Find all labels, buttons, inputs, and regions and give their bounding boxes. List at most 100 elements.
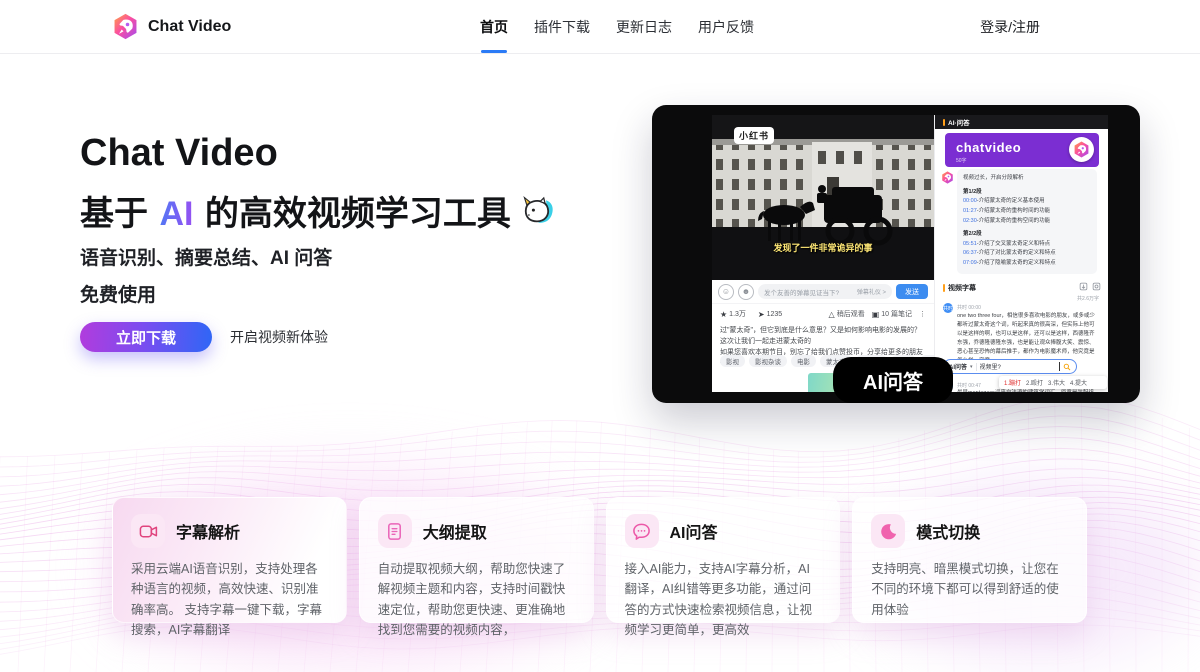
card-title: 大纲提取 xyxy=(423,519,487,543)
outline-section-title: 第1/2段 xyxy=(963,188,1091,198)
outline-intro: 视频过长，开启分段解析 xyxy=(963,174,1091,184)
headline-prefix: 基于 AI 的高效视频学习工具 xyxy=(80,186,511,235)
subtitles-header: 视频字幕 xyxy=(943,283,976,293)
ai-outline-message: 视频过长，开启分段解析 第1/2段 00:00-介绍蒙太奇的定义基本使用 01:… xyxy=(957,169,1097,274)
card-header: 大纲提取 xyxy=(378,514,575,548)
orange-bar-icon xyxy=(943,119,945,126)
nav-item-label: 首页 xyxy=(480,17,508,37)
subtitles-word-count: 共2.6万字 xyxy=(1077,295,1099,302)
login-register-link[interactable]: 登录/注册 xyxy=(980,0,1040,53)
chatvideo-banner: chatvideo 50字 xyxy=(945,133,1099,167)
likes-count: 1.3万 xyxy=(729,309,746,319)
cta-row: 立即下载 开启视频新体验 xyxy=(80,322,328,352)
outline-item: 07:09-介绍了隐喻蒙太奇的定义和特点 xyxy=(963,259,1091,269)
hero-headline: 基于 AI 的高效视频学习工具 xyxy=(80,186,555,235)
subtitle-entry-text: one two three four，相信很多喜欢电影的朋友，或多或少都听过蒙太… xyxy=(957,312,1099,365)
headline-ai-accent: AI xyxy=(157,195,195,233)
emoji-icon: ☺ xyxy=(718,284,734,300)
card-title: 模式切换 xyxy=(916,519,980,543)
headline-text: 的高效视频学习工具 xyxy=(195,195,510,233)
subtitle-entry-label: 共时 00:00 xyxy=(957,304,981,311)
panel-title: AI·问答 xyxy=(948,117,970,127)
notes-count: 10 篇笔记 xyxy=(881,309,912,319)
hero-title: Chat Video xyxy=(80,132,278,175)
description-line: 过"蒙太奇"，但它到底是什么意思？又是如何影响电影的发展的？这次让我们一起走进蒙… xyxy=(720,326,926,348)
outline-item-text: -介绍了对比蒙太奇的定义和特点 xyxy=(977,250,1056,256)
outline-item-text: -介绍蒙太奇的重构时间的功能 xyxy=(977,208,1050,214)
nav-item-label: 用户反馈 xyxy=(698,17,754,37)
subtitle-entry-text: 最早montage一词来自法语的建筑学词汇，原意是装配组合 xyxy=(957,389,1099,392)
timestamp-link: 02:30 xyxy=(963,218,977,224)
top-navigation-bar: Chat Video 首页 插件下载 更新日志 用户反馈 登录/注册 xyxy=(0,0,1200,54)
chat-bubble-icon xyxy=(632,522,651,541)
more-icon: ⋮ xyxy=(919,310,926,318)
feature-card-mode-switch: 模式切换 支持明亮、暗黑模式切换，让您在不同的环境下都可以得到舒适的使用体验 xyxy=(852,497,1087,623)
sticker-icon: ☻ xyxy=(738,284,754,300)
feature-card-subtitle-parsing: 字幕解析 采用云端AI语音识别，支持处理各种语言的视频，高效快速、识别准确率高。… xyxy=(112,497,347,623)
ai-qa-input: AI问答 ▾ 视频里? xyxy=(943,359,1077,374)
video-subtitle-text: 发现了一件非常诡异的事 xyxy=(712,241,934,254)
outline-item-text: -介绍蒙太奇的重构空间的功能 xyxy=(977,218,1050,224)
star-icon: ★ xyxy=(720,310,727,319)
note-icon: ▣ xyxy=(872,310,880,319)
comment-bar: ☺ ☻ 发个友善的弹幕见证当下? 弹幕礼仪 > 发送 xyxy=(712,280,934,304)
icon-tile xyxy=(131,514,165,548)
nav-item-feedback[interactable]: 用户反馈 xyxy=(698,0,754,53)
chatvideo-extension-panel: AI·问答 chatvideo 50字 视频过长，开启分段解析 第1/2段 00… xyxy=(934,115,1108,392)
ai-qa-feature-badge: AI问答 xyxy=(833,357,953,403)
tag-pill: 影视 xyxy=(720,355,745,367)
outline-item-text: -介绍了交叉蒙太奇定义和特点 xyxy=(977,241,1050,247)
orange-bar-icon xyxy=(943,284,945,292)
nav-item-home[interactable]: 首页 xyxy=(480,0,508,53)
likes-stat: ★1.3万 xyxy=(720,309,746,319)
tag-pill: 影视杂谈 xyxy=(749,355,787,367)
landing-page: Chat Video 首页 插件下载 更新日志 用户反馈 登录/注册 Chat … xyxy=(0,0,1200,672)
hero-subline-free: 免费使用 xyxy=(80,280,156,307)
ime-candidate: 4.提大 xyxy=(1070,378,1087,387)
subtitles-toolbar xyxy=(1079,282,1101,291)
outline-item: 00:00-介绍蒙太奇的定义基本使用 xyxy=(963,197,1091,207)
hero-subline-features: 语音识别、摘要总结、AI 问答 xyxy=(80,243,332,270)
camera-icon xyxy=(139,522,158,541)
subtitle-entry-label: 共时 00:47 xyxy=(957,382,981,389)
nav-item-label: 更新日志 xyxy=(616,17,672,37)
download-icon xyxy=(1079,282,1088,291)
outline-item: 05:51-介绍了交叉蒙太奇定义和特点 xyxy=(963,240,1091,250)
download-now-button[interactable]: 立即下载 xyxy=(80,322,212,352)
card-header: 模式切换 xyxy=(871,514,1068,548)
card-title: AI问答 xyxy=(670,519,718,543)
banner-subtext: 50字 xyxy=(956,157,967,164)
timestamp-link: 01:27 xyxy=(963,208,977,214)
card-description: 支持明亮、暗黑模式切换，让您在不同的环境下都可以得到舒适的使用体验 xyxy=(871,559,1068,620)
ime-candidate: 2.殴打 xyxy=(1026,378,1043,387)
icon-tile xyxy=(625,514,659,548)
cta-note: 开启视频新体验 xyxy=(230,327,328,347)
video-player: 小红书 发现了一件非常诡异的事 xyxy=(712,115,934,280)
main-nav: 首页 插件下载 更新日志 用户反馈 xyxy=(480,0,754,53)
qa-input-value: 视频里? xyxy=(980,362,1060,371)
copy-icon xyxy=(1092,282,1101,291)
nav-item-plugin-download[interactable]: 插件下载 xyxy=(534,0,590,53)
caret-down-icon: ▾ xyxy=(970,364,973,370)
app-screenshot: 小红书 发现了一件非常诡异的事 ☺ ☻ 发个友善的弹幕见证当下? 弹幕礼仪 > … xyxy=(712,115,1108,392)
shares-stat: ➤1235 xyxy=(758,310,782,319)
ime-candidate-bar: 1.蹦打 2.殴打 3.伟大 4.提大 xyxy=(999,376,1107,389)
search-icon xyxy=(1063,363,1071,371)
ime-candidate: 1.蹦打 xyxy=(1004,378,1021,387)
nav-item-changelog[interactable]: 更新日志 xyxy=(616,0,672,53)
speaker-name: 共时 xyxy=(957,305,967,311)
card-header: AI问答 xyxy=(625,514,822,548)
outline-item: 06:37-介绍了对比蒙太奇的定义和特点 xyxy=(963,249,1091,259)
timestamp-link: 07:09 xyxy=(963,260,977,266)
divider xyxy=(976,363,977,371)
panel-header: AI·问答 xyxy=(935,115,1108,129)
card-description: 接入AI能力，支持AI字幕分析，AI翻译，AI纠错等更多功能，通过问答的方式快速… xyxy=(625,559,822,640)
card-description: 采用云端AI语音识别，支持处理各种语言的视频，高效快速、识别准确率高。 支持字幕… xyxy=(131,559,328,640)
timestamp-link: 00:00 xyxy=(963,198,977,204)
outline-section-title: 第2/2段 xyxy=(963,230,1091,240)
timestamp-link: 06:37 xyxy=(963,250,977,256)
send-button: 发送 xyxy=(896,284,928,299)
bot-avatar-icon xyxy=(941,171,954,184)
stats-right-group: △稍后观看 ▣10 篇笔记 ⋮ xyxy=(829,309,926,319)
brand-logo[interactable]: Chat Video xyxy=(112,13,231,40)
